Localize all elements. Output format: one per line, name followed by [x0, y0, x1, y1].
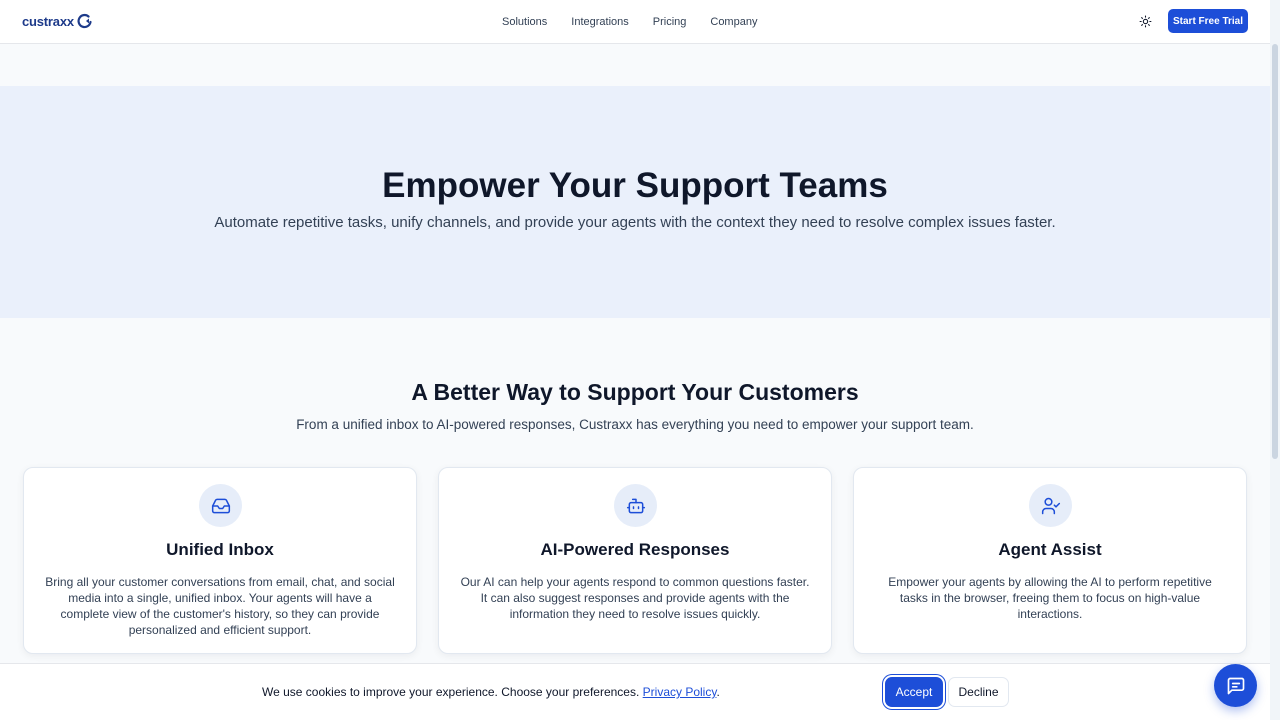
- card-title: Unified Inbox: [166, 540, 274, 559]
- bot-icon: [614, 484, 657, 527]
- cookie-banner: We use cookies to improve your experienc…: [0, 663, 1270, 720]
- chat-icon: [1227, 677, 1244, 694]
- logo-text: custraxx: [22, 13, 74, 29]
- card-title: AI-Powered Responses: [540, 540, 730, 559]
- sun-icon: [1139, 15, 1151, 27]
- inbox-icon: [199, 484, 242, 527]
- card-title: Agent Assist: [998, 540, 1102, 559]
- cookie-text: We use cookies to improve your experienc…: [262, 685, 640, 699]
- decline-cookies-button[interactable]: Decline: [948, 677, 1009, 707]
- hero-subtitle: Automate repetitive tasks, unify channel…: [214, 214, 1056, 231]
- feature-card-agent-assist: Agent Assist Empower your agents by allo…: [853, 467, 1247, 654]
- scrollbar-thumb[interactable]: [1272, 44, 1278, 459]
- theme-toggle-button[interactable]: [1135, 11, 1155, 31]
- brand-logo[interactable]: custraxx: [22, 13, 93, 29]
- feature-card-unified-inbox: Unified Inbox Bring all your customer co…: [23, 467, 417, 654]
- features-subtitle: From a unified inbox to AI-powered respo…: [296, 417, 974, 432]
- feature-card-ai-responses: AI-Powered Responses Our AI can help you…: [438, 467, 832, 654]
- accept-cookies-button[interactable]: Accept: [885, 677, 943, 707]
- cookie-message: We use cookies to improve your experienc…: [262, 685, 720, 699]
- nav-link-integrations[interactable]: Integrations: [571, 16, 628, 28]
- start-free-trial-button[interactable]: Start Free Trial: [1168, 9, 1248, 33]
- nav-link-pricing[interactable]: Pricing: [653, 16, 687, 28]
- privacy-policy-link[interactable]: Privacy Policy: [643, 685, 717, 699]
- hero-section: Empower Your Support Teams Automate repe…: [0, 86, 1270, 318]
- main-nav: Solutions Integrations Pricing Company: [502, 0, 781, 44]
- logo-mark-icon: [77, 13, 92, 29]
- card-description: Empower your agents by allowing the AI t…: [888, 575, 1212, 621]
- user-check-icon: [1029, 484, 1072, 527]
- chat-widget-button[interactable]: [1214, 664, 1257, 707]
- nav-link-company[interactable]: Company: [710, 16, 757, 28]
- top-navbar: custraxx Solutions Integrations Pricing …: [0, 0, 1270, 44]
- hero-title: Empower Your Support Teams: [382, 166, 888, 205]
- page-scrollbar[interactable]: [1270, 0, 1280, 720]
- cookie-text-suffix: .: [716, 685, 720, 699]
- card-description: Our AI can help your agents respond to c…: [460, 575, 810, 621]
- card-description: Bring all your customer conversations fr…: [45, 575, 395, 637]
- nav-link-solutions[interactable]: Solutions: [502, 16, 547, 28]
- features-title: A Better Way to Support Your Customers: [411, 379, 859, 405]
